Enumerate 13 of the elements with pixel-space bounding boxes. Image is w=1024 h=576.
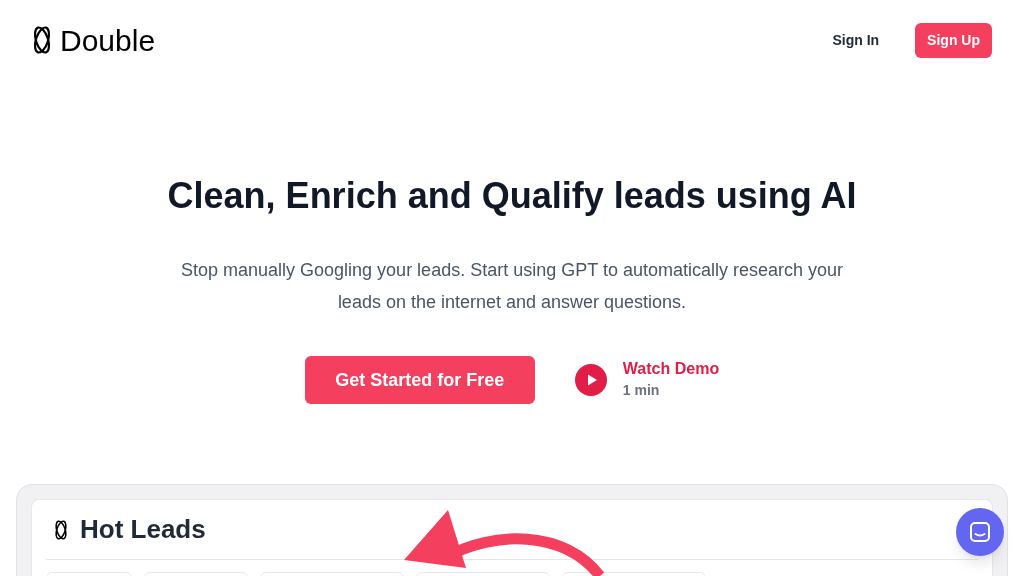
hero-subtitle: Stop manually Googling your leads. Start using GPT to automatically research your leads on the internet and answer questions. [180,259,844,314]
brand-logo-icon [32,24,52,56]
hot-leads-logo-icon [54,517,68,542]
brand-name: Double [60,22,156,59]
sign-up-button[interactable]: Sign Up [915,22,992,58]
preview-title: Hot Leads [80,513,206,546]
play-icon[interactable] [574,364,607,396]
sign-in-link[interactable]: Sign In [832,29,880,51]
chat-icon [969,521,991,543]
hero-title: Clean, Enrich and Qualify leads using AI [167,174,857,218]
demo-duration: 1 min [622,381,661,400]
watch-demo-link[interactable]: Watch Demo [622,359,720,379]
get-started-button[interactable]: Get Started for Free [304,356,535,404]
